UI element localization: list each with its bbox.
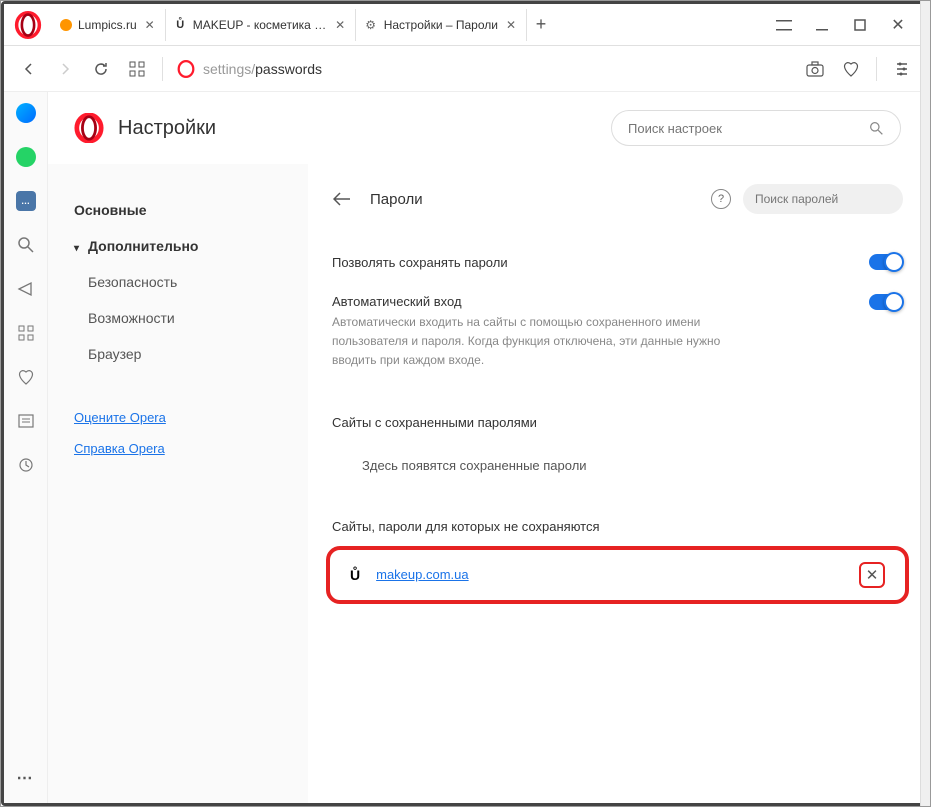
- easy-setup-icon[interactable]: [891, 58, 913, 80]
- url-path: passwords: [255, 61, 322, 77]
- vk-icon[interactable]: …: [15, 190, 37, 212]
- back-button[interactable]: [18, 58, 40, 80]
- never-site-link[interactable]: makeup.com.ua: [376, 567, 469, 582]
- rate-opera-link[interactable]: Оцените Opera: [68, 402, 288, 433]
- never-save-row: Ů makeup.com.ua ✕: [332, 548, 903, 602]
- nav-browser[interactable]: Браузер: [68, 336, 288, 372]
- close-icon[interactable]: ✕: [504, 18, 518, 32]
- auto-login-label: Автоматический вход: [332, 294, 732, 309]
- bookmarks-icon[interactable]: [15, 366, 37, 388]
- scrollbar[interactable]: [920, 92, 927, 803]
- speed-dial-button[interactable]: [126, 58, 148, 80]
- saved-section-title: Сайты с сохраненными паролями: [332, 415, 903, 430]
- messenger-icon[interactable]: [15, 102, 37, 124]
- settings-title: Настройки: [118, 117, 216, 140]
- tab-label: Lumpics.ru: [78, 18, 137, 32]
- history-icon[interactable]: [15, 454, 37, 476]
- favicon-icon: [60, 19, 72, 31]
- minimize-button[interactable]: [813, 16, 831, 34]
- address-bar[interactable]: settings/passwords: [177, 60, 322, 78]
- allow-save-toggle[interactable]: [869, 254, 903, 270]
- search-icon: [869, 121, 884, 136]
- close-icon[interactable]: ✕: [334, 18, 347, 32]
- opera-logo-icon[interactable]: [14, 11, 42, 39]
- close-icon[interactable]: ✕: [143, 18, 157, 32]
- tab-lumpics[interactable]: Lumpics.ru ✕: [52, 9, 166, 41]
- settings-nav: Основные ▾Дополнительно Безопасность Воз…: [48, 164, 308, 803]
- tab-settings[interactable]: ⚙ Настройки – Пароли ✕: [356, 9, 527, 41]
- more-icon[interactable]: ⋯: [15, 767, 37, 789]
- saved-empty-text: Здесь появятся сохраненные пароли: [332, 444, 903, 487]
- opera-logo-icon: [74, 113, 104, 143]
- nav-basic[interactable]: Основные: [68, 192, 288, 228]
- titlebar: Lumpics.ru ✕ Ů MAKEUP - косметика и па ✕…: [4, 4, 927, 46]
- search-passwords-input[interactable]: [755, 192, 910, 206]
- remove-never-button[interactable]: ✕: [859, 562, 885, 588]
- nav-advanced[interactable]: ▾Дополнительно: [68, 228, 288, 264]
- news-icon[interactable]: [15, 410, 37, 432]
- back-arrow-icon[interactable]: [332, 189, 352, 209]
- new-tab-button[interactable]: +: [527, 14, 555, 35]
- favicon-icon: Ů: [174, 18, 187, 32]
- whatsapp-icon[interactable]: [15, 146, 37, 168]
- help-icon[interactable]: ?: [711, 189, 731, 209]
- sidebar: … ⋯: [4, 92, 48, 803]
- auto-login-desc: Автоматически входить на сайты с помощью…: [332, 313, 732, 371]
- never-section-title: Сайты, пароли для которых не сохраняются: [332, 519, 903, 534]
- snapshot-icon[interactable]: [804, 58, 826, 80]
- heart-icon[interactable]: [840, 58, 862, 80]
- url-prefix: settings/: [203, 61, 255, 77]
- tab-menu-button[interactable]: [775, 16, 793, 34]
- auto-login-toggle[interactable]: [869, 294, 903, 310]
- gear-icon: ⚙: [364, 18, 378, 32]
- toolbar: settings/passwords: [4, 46, 927, 92]
- flow-icon[interactable]: [15, 278, 37, 300]
- settings-header: Настройки: [48, 92, 927, 164]
- maximize-button[interactable]: [851, 16, 869, 34]
- tab-label: MAKEUP - косметика и па: [193, 18, 328, 32]
- opera-small-icon: [177, 60, 195, 78]
- nav-features[interactable]: Возможности: [68, 300, 288, 336]
- close-window-button[interactable]: ✕: [889, 16, 907, 34]
- forward-button[interactable]: [54, 58, 76, 80]
- search-settings[interactable]: [611, 110, 901, 146]
- reload-button[interactable]: [90, 58, 112, 80]
- settings-content: Пароли ? Позволять сохранять пароли: [308, 164, 927, 803]
- search-settings-input[interactable]: [628, 121, 869, 136]
- tab-makeup[interactable]: Ů MAKEUP - косметика и па ✕: [166, 9, 356, 41]
- nav-security[interactable]: Безопасность: [68, 264, 288, 300]
- help-opera-link[interactable]: Справка Opera: [68, 433, 288, 464]
- tab-label: Настройки – Пароли: [384, 18, 498, 32]
- allow-save-label: Позволять сохранять пароли: [332, 255, 508, 270]
- search-sidebar-icon[interactable]: [15, 234, 37, 256]
- page-title: Пароли: [370, 191, 423, 208]
- search-passwords[interactable]: [743, 184, 903, 214]
- chevron-down-icon: ▾: [74, 243, 84, 254]
- speed-dial-sidebar-icon[interactable]: [15, 322, 37, 344]
- site-favicon-icon: Ů: [350, 567, 360, 583]
